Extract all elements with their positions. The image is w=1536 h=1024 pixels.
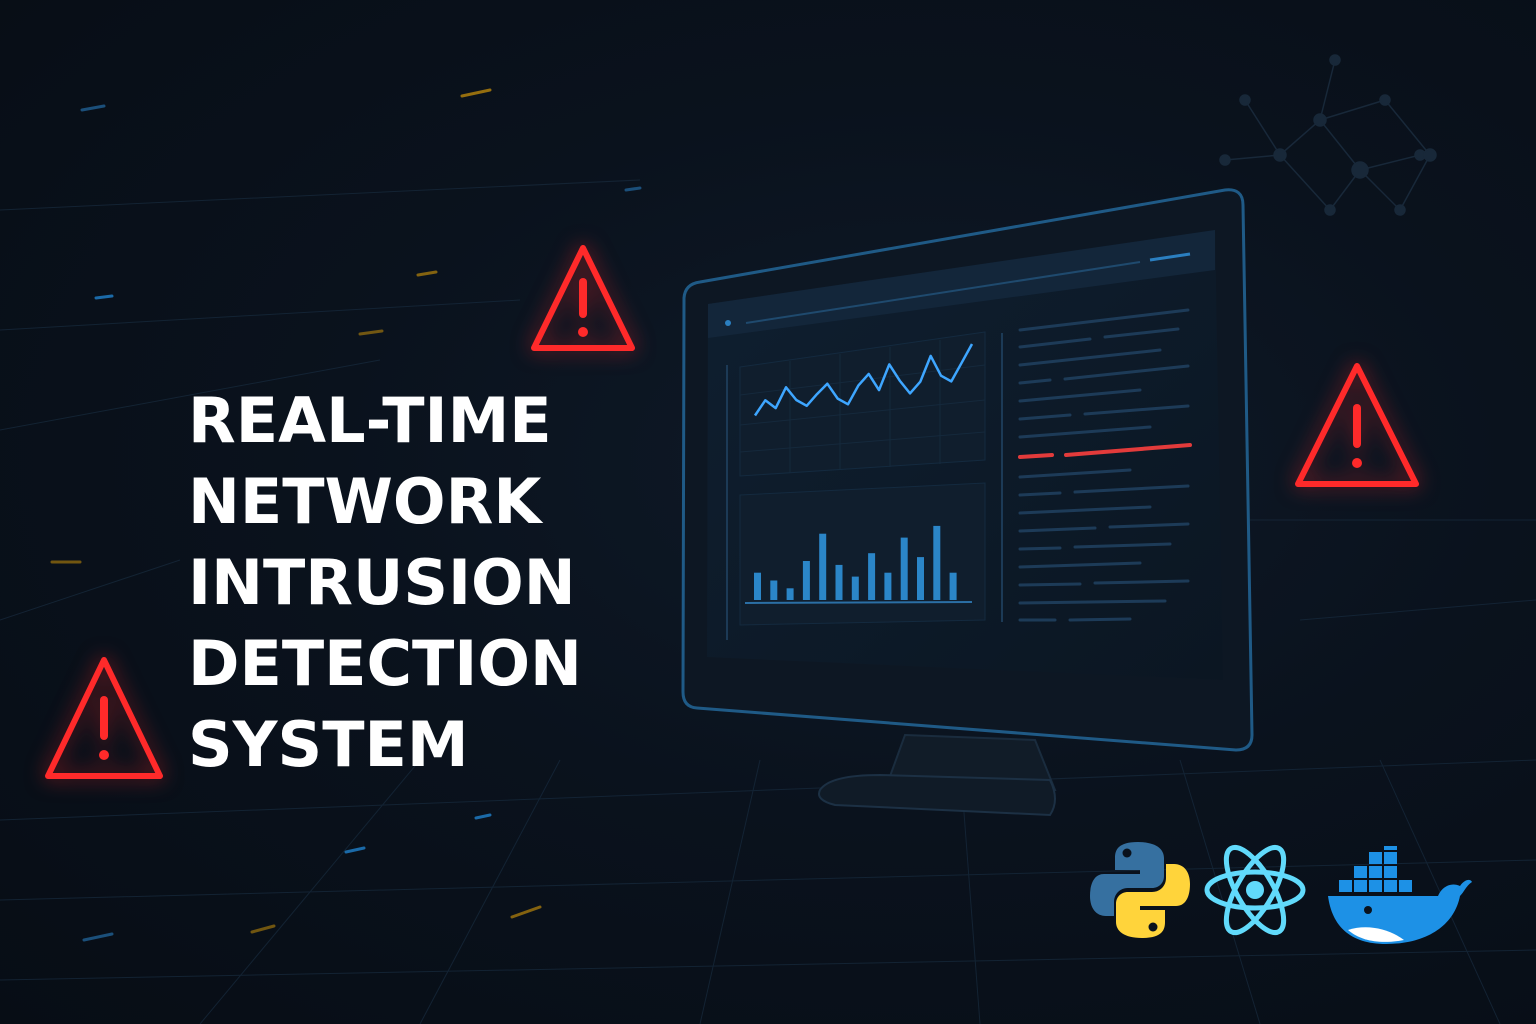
bar-chart-bar [917,557,924,600]
headline-line-1: REAL-TIME [188,384,552,457]
bar-chart-bar [835,564,843,600]
warning-triangle-icon [45,657,163,779]
warning-triangle-icon [531,245,635,351]
headline-line-5: SYSTEM [188,708,469,781]
headline-line-2: NETWORK [188,465,542,538]
bar-chart-bar [770,580,778,600]
bar-chart-bar [819,533,827,600]
warning-triangle-icon [1295,363,1419,487]
bar-chart-bar [884,572,892,600]
headline-line-3: INTRUSION [188,546,576,619]
bar-chart-bar [851,576,859,600]
react-logo [1204,844,1306,936]
bar-chart-bar [900,537,908,600]
bar-chart-bar [868,553,876,600]
bar-chart-bar [802,561,810,600]
bar-chart-bar [754,572,761,600]
bar-chart-bar [786,588,794,600]
bar-chart-bar [949,572,957,600]
monitor-stand-base [818,773,1056,817]
bar-chart-bar [933,525,941,600]
python-logo [1090,842,1190,938]
docker-logo [1328,846,1472,944]
headline: REAL-TIME NETWORK INTRUSION DETECTION SY… [188,380,582,785]
headline-line-4: DETECTION [188,627,582,700]
